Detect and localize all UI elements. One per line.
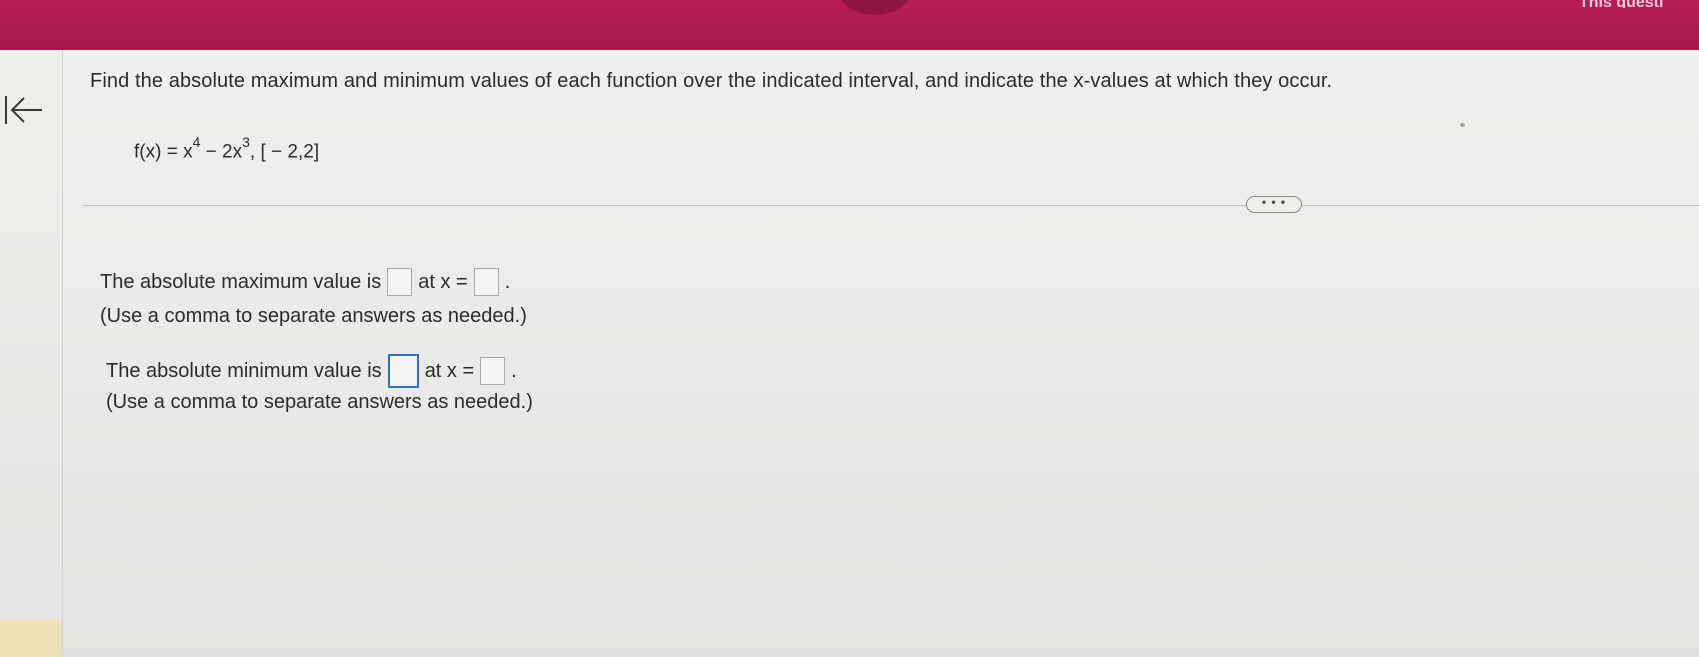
- header-decoration: [840, 0, 910, 15]
- back-button[interactable]: [2, 90, 46, 130]
- min-answer-line: The absolute minimum value is at x = .: [106, 354, 517, 388]
- rail-bottom-panel: [0, 620, 62, 657]
- max-answer-note: (Use a comma to separate answers as need…: [100, 305, 527, 327]
- header-corner-text: This questi: [1579, 0, 1699, 8]
- function-term2: − 2x: [200, 141, 243, 163]
- min-suffix: .: [511, 359, 517, 382]
- page: This questi Find the absolute maximum an…: [0, 0, 1699, 657]
- exponent-4: 4: [192, 134, 201, 150]
- max-prefix: The absolute maximum value is: [100, 270, 382, 293]
- more-options-button[interactable]: • • •: [1246, 196, 1302, 213]
- min-x-input[interactable]: [480, 357, 506, 385]
- function-interval: , [ − 2,2]: [249, 141, 320, 163]
- max-x-input[interactable]: [473, 268, 499, 296]
- max-at-label: at x =: [418, 270, 468, 293]
- function-expression: f(x) = x4 − 2x3, [ − 2,2]: [134, 134, 320, 163]
- left-rail: [0, 50, 63, 657]
- max-answer-line: The absolute maximum value is at x = .: [100, 268, 510, 296]
- min-prefix: The absolute minimum value is: [106, 359, 382, 382]
- min-at-label: at x =: [424, 359, 475, 382]
- header-bar: This questi: [0, 0, 1699, 50]
- exponent-3: 3: [242, 134, 250, 150]
- min-value-input[interactable]: [387, 354, 419, 388]
- arrow-left-bar-icon: [5, 96, 42, 124]
- function-lhs: f(x) = x: [134, 141, 193, 163]
- min-answer-note: (Use a comma to separate answers as need…: [106, 391, 533, 413]
- max-suffix: .: [504, 270, 511, 293]
- speck: [1460, 123, 1465, 127]
- max-value-input[interactable]: [387, 268, 413, 296]
- question-prompt: Find the absolute maximum and minimum va…: [90, 70, 1333, 92]
- divider: [83, 205, 1699, 206]
